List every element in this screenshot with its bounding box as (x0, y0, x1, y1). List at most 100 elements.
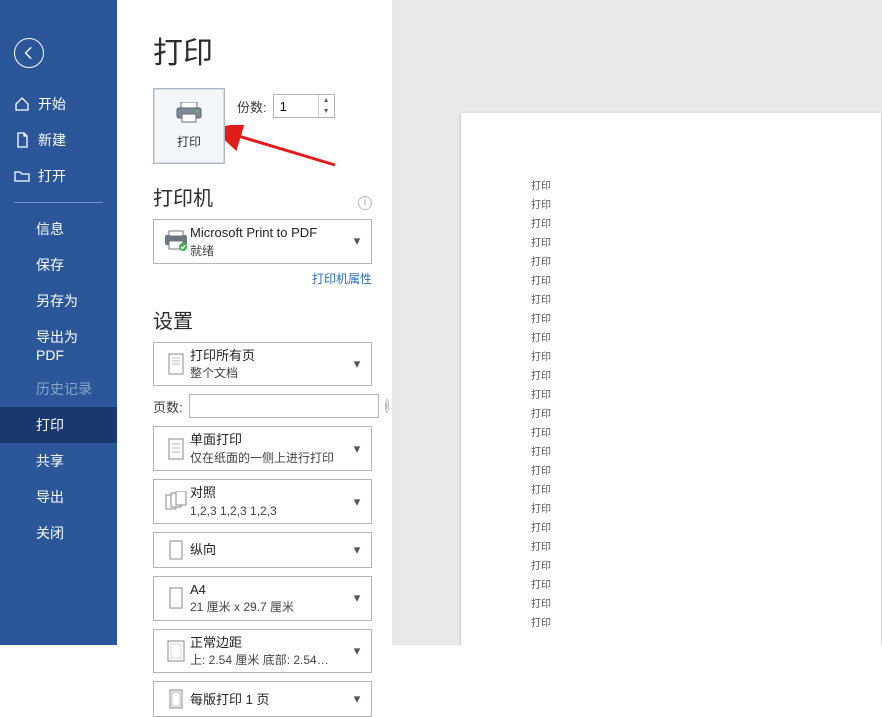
dropdown-line1: 正常边距 (190, 634, 349, 652)
dropdown-line2: 仅在纸面的一侧上进行打印 (190, 450, 349, 466)
dropdown-line1: 对照 (190, 484, 349, 502)
chevron-down-icon: ▾ (349, 691, 365, 707)
sidebar-item-print[interactable]: 打印 (0, 407, 117, 443)
dropdown-line1: A4 (190, 581, 349, 599)
sidebar-item-info[interactable]: 信息 (0, 211, 117, 247)
copies-spinner[interactable]: ▲ ▼ (273, 94, 335, 118)
print-action-row: 打印 份数: ▲ ▼ (153, 88, 372, 164)
printer-name: Microsoft Print to PDF (190, 224, 349, 242)
chevron-down-icon: ▾ (349, 590, 365, 606)
sidebar-item-close[interactable]: 关闭 (0, 515, 117, 551)
dropdown-line2: 整个文档 (190, 365, 349, 381)
chevron-down-icon: ▾ (349, 441, 365, 457)
sidebar-item-save[interactable]: 保存 (0, 247, 117, 283)
printer-section-head: 打印机 i (153, 182, 372, 211)
dropdown-line1: 打印所有页 (190, 347, 349, 365)
printer-icon (175, 102, 203, 127)
dropdown-line1: 每版打印 1 页 (190, 691, 349, 709)
preview-text-line: 打印 (531, 272, 811, 291)
sidebar-item-label: 打开 (38, 166, 66, 186)
preview-text-line: 打印 (531, 538, 811, 557)
chevron-down-icon: ▾ (349, 233, 365, 249)
paper-size-dropdown[interactable]: A4 21 厘米 x 29.7 厘米 ▾ (153, 576, 372, 621)
settings-section-title: 设置 (153, 305, 193, 334)
preview-text-line: 打印 (531, 196, 811, 215)
sidebar-item-export[interactable]: 导出 (0, 479, 117, 515)
sidebar-item-open[interactable]: 打开 (0, 158, 117, 194)
orientation-dropdown[interactable]: 纵向 ▾ (153, 532, 372, 568)
preview-text-line: 打印 (531, 462, 811, 481)
sidebar-item-label: 历史记录 (36, 379, 92, 399)
dropdown-line2: 上: 2.54 厘米 底部: 2.54… (190, 652, 349, 668)
print-button[interactable]: 打印 (153, 88, 225, 164)
back-button[interactable] (14, 38, 44, 68)
preview-page: 打印打印打印打印打印打印打印打印打印打印打印打印打印打印打印打印打印打印打印打印… (461, 113, 881, 645)
printer-section-title: 打印机 (153, 182, 213, 211)
print-scope-dropdown[interactable]: 打印所有页 整个文档 ▾ (153, 342, 372, 387)
home-icon (14, 96, 30, 112)
preview-text-line: 打印 (531, 481, 811, 500)
printer-status: 就绪 (190, 243, 349, 259)
sidebar-item-label: 开始 (38, 94, 66, 114)
sidebar-item-home[interactable]: 开始 (0, 86, 117, 122)
dropdown-line2: 1,2,3 1,2,3 1,2,3 (190, 503, 349, 519)
pages-icon (162, 352, 190, 376)
collate-icon (162, 491, 190, 513)
document-icon (14, 132, 30, 148)
sidebar-item-label: 导出 (36, 487, 64, 507)
settings-section-head: 设置 (153, 305, 372, 334)
preview-text-line: 打印 (531, 348, 811, 367)
preview-text-line: 打印 (531, 576, 811, 595)
pages-row: 页数: i (153, 394, 372, 418)
preview-text-line: 打印 (531, 386, 811, 405)
info-icon[interactable]: i (358, 196, 372, 210)
sidebar-item-label: 保存 (36, 255, 64, 275)
printer-dropdown[interactable]: Microsoft Print to PDF 就绪 ▾ (153, 219, 372, 264)
one-per-sheet-icon (162, 688, 190, 710)
chevron-down-icon: ▾ (349, 356, 365, 372)
page-size-icon (162, 586, 190, 610)
printer-status-icon (162, 230, 190, 252)
preview-text-line: 打印 (531, 557, 811, 576)
copies-group: 份数: ▲ ▼ (237, 94, 335, 118)
margins-dropdown[interactable]: 正常边距 上: 2.54 厘米 底部: 2.54… ▾ (153, 629, 372, 674)
sidebar-item-exportpdf[interactable]: 导出为PDF (0, 319, 117, 371)
sidebar-item-share[interactable]: 共享 (0, 443, 117, 479)
sidebar-item-saveas[interactable]: 另存为 (0, 283, 117, 319)
preview-text-line: 打印 (531, 215, 811, 234)
sidebar-item-label: 信息 (36, 219, 64, 239)
spinner-up-icon[interactable]: ▲ (319, 95, 334, 106)
preview-text-line: 打印 (531, 291, 811, 310)
single-side-icon (162, 437, 190, 461)
dropdown-line1: 单面打印 (190, 431, 349, 449)
pages-label: 页数: (153, 397, 183, 416)
duplex-dropdown[interactable]: 单面打印 仅在纸面的一侧上进行打印 ▾ (153, 426, 372, 471)
chevron-down-icon: ▾ (349, 542, 365, 558)
printer-props-link-row: 打印机属性 (153, 270, 372, 287)
dropdown-line1: 纵向 (190, 541, 349, 559)
backstage-sidebar: 开始 新建 打开 信息 保存 另存为 导出为PDF 历史记录 打印 共享 导出 … (0, 0, 117, 645)
sidebar-item-history: 历史记录 (0, 371, 117, 407)
preview-text-line: 打印 (531, 253, 811, 272)
copies-input[interactable] (274, 95, 318, 117)
pages-input[interactable] (189, 394, 379, 418)
spinner-down-icon[interactable]: ▼ (319, 106, 334, 117)
margins-icon (162, 639, 190, 663)
chevron-down-icon: ▾ (349, 494, 365, 510)
preview-text-line: 打印 (531, 405, 811, 424)
dropdown-line2: 21 厘米 x 29.7 厘米 (190, 599, 349, 615)
printer-properties-link[interactable]: 打印机属性 (312, 272, 372, 286)
sidebar-item-label: 导出为PDF (36, 327, 103, 363)
print-button-label: 打印 (177, 133, 201, 150)
preview-text-line: 打印 (531, 234, 811, 253)
page-title: 打印 (153, 28, 372, 72)
preview-text-line: 打印 (531, 329, 811, 348)
collate-dropdown[interactable]: 对照 1,2,3 1,2,3 1,2,3 ▾ (153, 479, 372, 524)
portrait-icon (162, 539, 190, 561)
sidebar-item-new[interactable]: 新建 (0, 122, 117, 158)
pages-per-sheet-dropdown[interactable]: 每版打印 1 页 ▾ (153, 681, 372, 717)
sidebar-item-label: 关闭 (36, 523, 64, 543)
info-icon[interactable]: i (385, 399, 389, 413)
sidebar-item-label: 共享 (36, 451, 64, 471)
print-panel: 打印 打印 份数: ▲ ▼ 打印机 (117, 0, 393, 645)
